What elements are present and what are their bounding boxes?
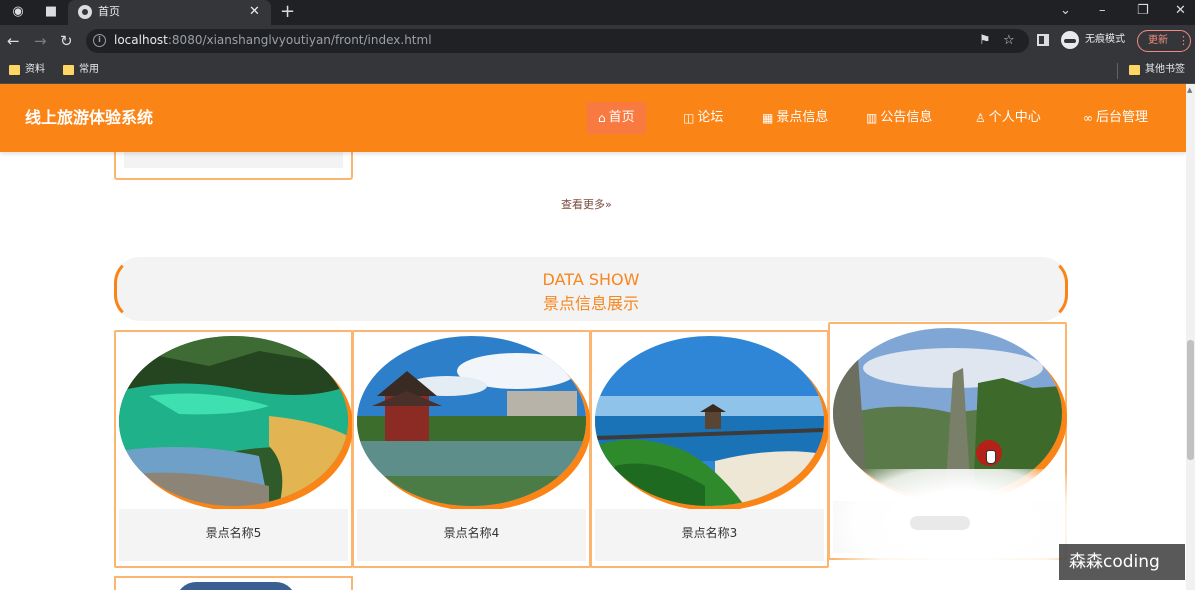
view-more-link[interactable]: 查看更多» bbox=[561, 197, 612, 213]
nav-scenic-info[interactable]: ▦ 景点信息 bbox=[751, 102, 839, 134]
forum-icon: ◫ bbox=[683, 111, 695, 125]
site-title: 线上旅游体验系统 bbox=[25, 108, 154, 127]
scenic-photo[interactable] bbox=[357, 336, 586, 506]
scenic-card[interactable]: 景点名称5 bbox=[114, 330, 353, 568]
minimize-icon[interactable]: – bbox=[1099, 2, 1106, 20]
nav-label: 景点信息 bbox=[776, 110, 829, 125]
incognito-label: 无痕模式 bbox=[1085, 34, 1125, 45]
page-scrollbar[interactable]: ▲ bbox=[1186, 84, 1195, 590]
bookmark-folder[interactable]: 常用 bbox=[63, 63, 99, 77]
chevron-down-icon[interactable]: ⌄ bbox=[1060, 2, 1071, 20]
tab-title: 首页 bbox=[98, 5, 120, 18]
section-title-en: DATA SHOW bbox=[542, 270, 640, 289]
card-caption: 景点名称3 bbox=[595, 509, 824, 561]
watermark-text: 森森coding bbox=[1069, 552, 1160, 572]
incognito-icon bbox=[1061, 31, 1079, 49]
scroll-thumb[interactable] bbox=[1187, 340, 1194, 460]
nav-label: 公告信息 bbox=[880, 110, 933, 125]
forward-icon[interactable]: → bbox=[34, 32, 47, 50]
card-caption: 景点名称5 bbox=[119, 509, 348, 561]
scroll-up-icon[interactable]: ▲ bbox=[1187, 86, 1192, 94]
close-window-icon[interactable]: ✕ bbox=[1175, 2, 1186, 20]
url-field[interactable]: i localhost:8080/xianshanglvyoutiyan/fro… bbox=[86, 29, 1029, 53]
restore-icon[interactable]: ❐ bbox=[1137, 2, 1149, 20]
site-header: 线上旅游体验系统 ⌂ 首页 ◫ 论坛 ▦ 景点信息 ▥ 公告信息 ♙ 个人中心 ∞ 后台管理 bbox=[0, 84, 1186, 152]
nav-admin[interactable]: ∞ 后台管理 bbox=[1072, 102, 1159, 134]
scenic-card[interactable]: 景点名称3 bbox=[590, 330, 829, 568]
info-icon[interactable]: i bbox=[93, 34, 106, 47]
scenic-name: 景点名称5 bbox=[205, 526, 262, 540]
tab-search-icon[interactable]: ■ bbox=[43, 4, 59, 20]
user-icon: ♙ bbox=[975, 111, 986, 125]
home-icon: ⌂ bbox=[598, 111, 606, 125]
nav-notice[interactable]: ▥ 公告信息 bbox=[855, 102, 943, 134]
bookmarks-bar: 资料 常用 其他书签 bbox=[0, 57, 1195, 84]
bookmarks-divider bbox=[1117, 63, 1118, 79]
watermark: 森森coding bbox=[1059, 544, 1185, 580]
update-label: 更新 bbox=[1148, 35, 1168, 46]
nav-label: 首页 bbox=[608, 110, 635, 125]
new-tab-button[interactable]: + bbox=[280, 1, 295, 23]
side-panel-icon[interactable] bbox=[1037, 34, 1049, 46]
star-icon[interactable]: ☆ bbox=[1003, 32, 1015, 50]
hand-cursor-icon bbox=[986, 450, 996, 464]
browser-tab[interactable]: 首页 ✕ bbox=[68, 0, 271, 25]
page-viewport: 线上旅游体验系统 ⌂ 首页 ◫ 论坛 ▦ 景点信息 ▥ 公告信息 ♙ 个人中心 ∞ 后台管理… bbox=[0, 84, 1186, 590]
scenic-name-placeholder bbox=[910, 516, 970, 530]
globe-icon[interactable]: ◉ bbox=[10, 4, 26, 20]
more-vert-icon[interactable]: ⋮ bbox=[1178, 33, 1189, 49]
scenic-icon: ▦ bbox=[762, 111, 774, 125]
address-bar-row: ← → ↻ i localhost:8080/xianshanglvyoutiy… bbox=[0, 25, 1195, 57]
translate-icon[interactable]: ⚑ bbox=[979, 32, 991, 50]
scenic-name: 景点名称3 bbox=[681, 526, 738, 540]
bookmark-folder[interactable]: 资料 bbox=[9, 63, 45, 77]
double-chevron-right-icon: » bbox=[605, 198, 612, 211]
scenic-name: 景点名称4 bbox=[443, 526, 500, 540]
nav-home[interactable]: ⌂ 首页 bbox=[587, 102, 646, 134]
globe-icon bbox=[78, 5, 92, 19]
close-icon[interactable]: ✕ bbox=[249, 3, 260, 21]
back-icon[interactable]: ← bbox=[7, 32, 20, 50]
url-path: :8080/xianshanglvyoutiyan/front/index.ht… bbox=[167, 33, 432, 47]
link-icon: ∞ bbox=[1083, 111, 1093, 125]
update-button[interactable]: 更新 ⋮ bbox=[1137, 30, 1191, 52]
nav-label: 论坛 bbox=[697, 110, 724, 125]
scenic-card[interactable] bbox=[114, 576, 353, 590]
scenic-photo[interactable] bbox=[119, 336, 348, 506]
notice-icon: ▥ bbox=[866, 111, 878, 125]
nav-forum[interactable]: ◫ 论坛 bbox=[672, 102, 734, 134]
reload-icon[interactable]: ↻ bbox=[60, 32, 73, 50]
url-host: localhost bbox=[114, 33, 168, 47]
browser-tab-bar: ◉ ■ 首页 ✕ + ⌄ – ❐ ✕ bbox=[0, 0, 1195, 25]
nav-label: 后台管理 bbox=[1096, 110, 1149, 125]
scenic-photo[interactable] bbox=[595, 336, 824, 506]
nav-label: 个人中心 bbox=[988, 110, 1041, 125]
card-caption: 景点名称4 bbox=[357, 509, 586, 561]
section-header: DATA SHOW 景点信息展示 bbox=[114, 257, 1068, 321]
section-title: 景点信息展示 bbox=[542, 294, 639, 313]
other-bookmarks-folder[interactable]: 其他书签 bbox=[1129, 63, 1185, 77]
nav-personal-center[interactable]: ♙ 个人中心 bbox=[964, 102, 1052, 134]
scenic-card[interactable]: 景点名称4 bbox=[352, 330, 591, 568]
